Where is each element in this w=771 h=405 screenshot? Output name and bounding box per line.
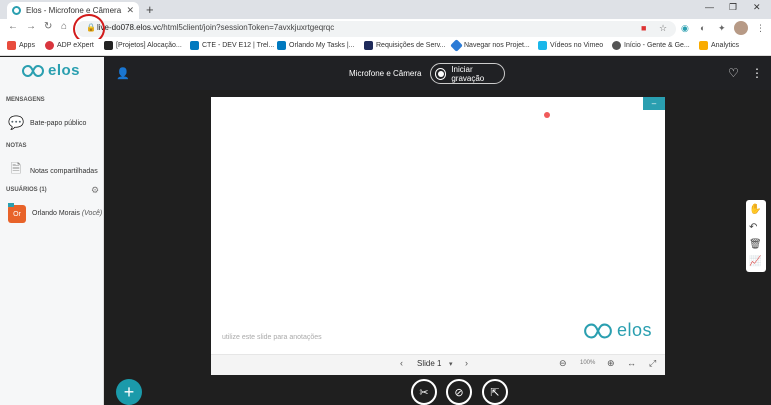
elos-infinity-icon xyxy=(584,323,612,338)
elos-infinity-icon xyxy=(22,64,44,77)
bookmark-requisicoes[interactable]: Requisições de Serv... xyxy=(364,41,446,50)
chevron-down-icon[interactable]: ▾ xyxy=(449,360,453,368)
gear-icon[interactable]: ⚙ xyxy=(91,185,99,196)
zoom-level: 100% xyxy=(580,360,596,366)
elos-logo: elos xyxy=(22,62,80,79)
window-restore-icon[interactable]: ❐ xyxy=(729,2,737,13)
window-close-icon[interactable]: ✕ xyxy=(753,2,761,13)
projetos-icon xyxy=(104,41,113,50)
bookmark-navegar[interactable]: Navegar nos Projet... xyxy=(450,39,530,52)
forward-icon[interactable]: → xyxy=(26,21,36,32)
globe-icon xyxy=(612,41,621,50)
user-avatar[interactable]: Or xyxy=(8,205,26,223)
profile-avatar[interactable] xyxy=(734,21,748,35)
home-icon[interactable]: ⌂ xyxy=(61,21,67,32)
hand-tool-icon[interactable]: ✋ xyxy=(749,204,761,215)
slide-elos-logo: elos xyxy=(583,320,652,341)
extension-circle-icon[interactable]: ◐ xyxy=(700,23,705,33)
bookmark-adp[interactable]: ADP eXpert xyxy=(45,41,94,50)
user-name[interactable]: Orlando Morais (Você) xyxy=(32,210,102,217)
bookmark-vimeo[interactable]: Vídeos no Vimeo xyxy=(538,41,603,50)
screen-share-icon: ⇱ xyxy=(490,386,500,399)
trash-icon[interactable]: 🗑 xyxy=(749,239,762,250)
user-icon[interactable]: 👤 xyxy=(116,67,130,80)
minimize-presentation-button[interactable]: – xyxy=(643,97,665,110)
adp-icon xyxy=(45,41,54,50)
slide-note: utilize este slide para anotações xyxy=(222,334,322,341)
bookmark-trello-cte[interactable]: CTE - DEV E12 | Trel... xyxy=(190,41,274,50)
bookmark-trello-orlando[interactable]: Orlando My Tasks |... xyxy=(277,41,355,50)
apps-grid-icon xyxy=(7,41,16,50)
mute-audio-button[interactable]: ✂ xyxy=(411,379,437,405)
session-title: Microfone e Câmera xyxy=(349,69,422,78)
bookmark-inicio[interactable]: Início - Gente & Ge... xyxy=(612,41,690,50)
bookmark-projetos[interactable]: [Projetos] Alocação... xyxy=(104,41,182,50)
prev-slide-icon[interactable]: ‹ xyxy=(400,358,403,368)
add-actions-button[interactable]: + xyxy=(116,379,142,405)
sidebar xyxy=(0,90,104,405)
requisicoes-icon xyxy=(364,41,373,50)
video-off-icon: ⊘ xyxy=(454,386,464,399)
presenter-cursor xyxy=(544,112,550,118)
sidebar-item-shared-notes[interactable]: 🗎 Notas compartilhadas xyxy=(8,160,98,182)
bookmark-apps[interactable]: Apps xyxy=(7,41,35,50)
tab-title: Elos - Microfone e Câmera xyxy=(26,6,122,15)
tab-close-icon[interactable]: ✕ xyxy=(126,5,134,16)
new-tab-button[interactable]: + xyxy=(146,2,154,17)
reload-icon[interactable]: ↻ xyxy=(44,21,52,32)
start-recording-button[interactable]: Iniciar gravação xyxy=(430,63,505,84)
share-screen-button[interactable]: ⇱ xyxy=(482,379,508,405)
zoom-out-icon[interactable]: ⊖ xyxy=(559,358,567,369)
zoom-in-icon[interactable]: ⊕ xyxy=(607,358,615,369)
bookmark-analytics[interactable]: Analytics xyxy=(699,41,739,50)
window-minimize-icon[interactable]: ― xyxy=(705,2,714,12)
audio-off-icon: ✂ xyxy=(419,386,429,399)
share-webcam-button[interactable]: ⊘ xyxy=(446,379,472,405)
options-menu-icon[interactable]: ⋮ xyxy=(751,66,763,80)
extension-elos-icon[interactable]: ◉ xyxy=(681,23,689,34)
extensions-puzzle-icon[interactable]: ✦ xyxy=(718,23,726,34)
record-icon xyxy=(435,67,447,80)
messages-section-title: MENSAGENS xyxy=(6,97,45,103)
back-icon[interactable]: ← xyxy=(8,21,18,32)
analytics-icon xyxy=(699,41,708,50)
notes-section-title: NOTAS xyxy=(6,143,27,149)
blocked-camera-icon[interactable]: ■ xyxy=(641,23,646,33)
undo-icon[interactable]: ↶ xyxy=(749,222,757,233)
chat-icon: 💬 xyxy=(8,115,25,130)
heart-icon[interactable]: ♡ xyxy=(728,66,739,80)
chart-icon[interactable]: 📈 xyxy=(749,256,761,267)
vimeo-icon xyxy=(538,41,547,50)
slide-selector[interactable]: Slide 1 xyxy=(417,359,441,368)
fit-width-icon[interactable]: ↔ xyxy=(627,358,636,368)
diamond-icon xyxy=(450,39,463,52)
fullscreen-icon[interactable]: ⤢ xyxy=(649,358,656,369)
presenter-badge-icon xyxy=(8,203,14,207)
star-icon[interactable]: ☆ xyxy=(659,23,667,34)
elos-favicon-icon xyxy=(12,6,21,15)
users-section-title: USUÁRIOS (1) xyxy=(6,187,47,193)
browser-tab[interactable]: Elos - Microfone e Câmera ✕ xyxy=(7,2,139,19)
url-text: live-do078.elos.vc/html5client/join?sess… xyxy=(97,23,335,32)
sidebar-item-public-chat[interactable]: 💬 Bate-papo público xyxy=(8,115,86,131)
trello-icon xyxy=(277,41,286,50)
document-icon: 🗎 xyxy=(10,161,22,176)
next-slide-icon[interactable]: › xyxy=(465,358,468,368)
chrome-menu-icon[interactable]: ⋮ xyxy=(756,23,765,34)
trello-icon xyxy=(190,41,199,50)
